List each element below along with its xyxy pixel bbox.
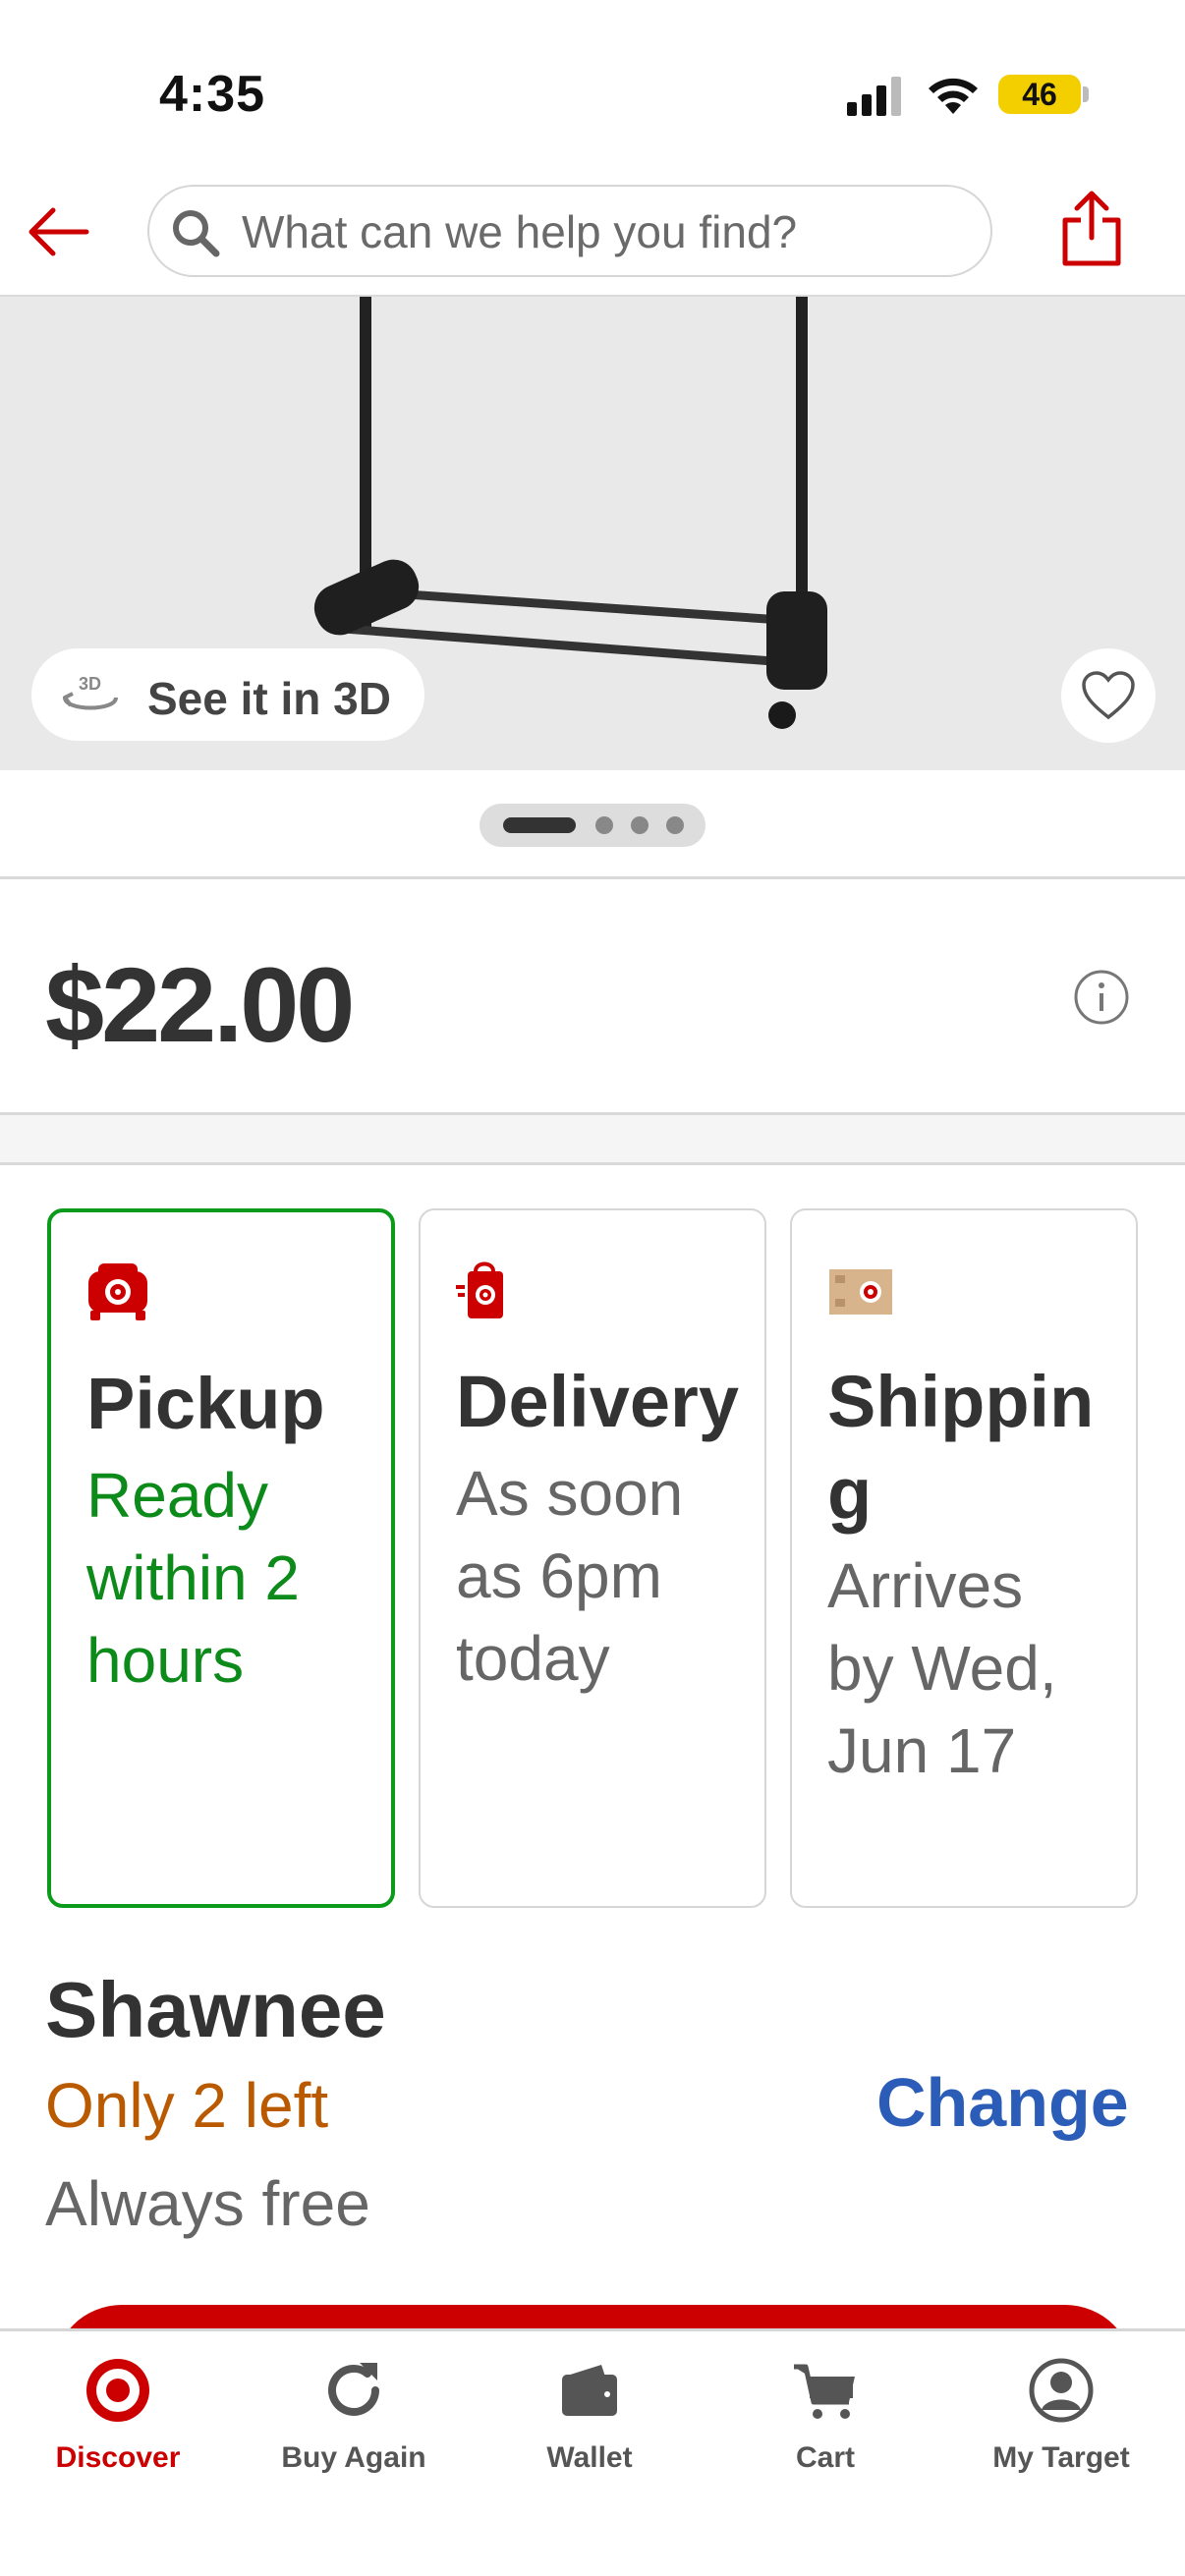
section-separator [0, 1112, 1185, 1165]
wallet-icon [562, 2365, 617, 2416]
see-in-3d-label: See it in 3D [147, 673, 391, 724]
fulfillment-option-delivery[interactable]: Delivery As soon as 6pm today [419, 1208, 766, 1908]
nav-discover[interactable]: Discover [0, 2331, 236, 2576]
nav-cart[interactable]: Cart [707, 2331, 943, 2576]
nav-label: Buy Again [281, 2441, 426, 2474]
back-arrow-icon[interactable] [24, 196, 94, 267]
fulfillment-option-shipping[interactable]: Shipping Arrives by Wed, Jun 17 [790, 1208, 1138, 1908]
battery-indicator: 46 [998, 75, 1081, 114]
target-logo-icon [86, 2359, 149, 2422]
favorite-button[interactable] [1061, 648, 1156, 743]
search-icon [173, 210, 220, 257]
product-price: $22.00 [45, 945, 355, 1064]
cellular-signal-icon [847, 77, 901, 116]
nav-label: Discover [55, 2441, 181, 2474]
fulfillment-subtitle: Ready within 2 hours [86, 1460, 300, 1696]
search-input[interactable] [242, 202, 969, 261]
3d-view-icon: 3D [63, 674, 118, 710]
fulfillment-title: Pickup [86, 1363, 325, 1444]
carousel-dot-active [503, 817, 576, 833]
car-icon [88, 1263, 147, 1320]
svg-text:3D: 3D [79, 674, 101, 694]
divider [0, 876, 1185, 879]
shopping-bag-icon [456, 1261, 503, 1318]
nav-label: My Target [992, 2441, 1130, 2474]
carousel-dot [595, 816, 613, 834]
search-bar[interactable] [147, 185, 992, 277]
heart-icon [1082, 671, 1135, 720]
fulfillment-option-pickup[interactable]: Pickup Ready within 2 hours [47, 1208, 395, 1908]
cart-icon [794, 2364, 855, 2419]
change-store-link[interactable]: Change [876, 2063, 1129, 2142]
nav-wallet[interactable]: Wallet [472, 2331, 707, 2576]
pickup-cost: Always free [45, 2168, 370, 2239]
status-bar: 4:35 46 [0, 0, 1185, 177]
see-in-3d-button[interactable]: 3D See it in 3D [31, 648, 424, 741]
status-time: 4:35 [159, 66, 266, 123]
carousel-dot [666, 816, 684, 834]
image-carousel-indicator[interactable] [480, 804, 705, 847]
nav-buy-again[interactable]: Buy Again [236, 2331, 472, 2576]
nav-my-target[interactable]: My Target [943, 2331, 1179, 2576]
box-icon [829, 1269, 892, 1315]
wifi-icon [929, 78, 978, 114]
fulfillment-subtitle: Arrives by Wed, Jun 17 [827, 1550, 1057, 1786]
nav-label: Cart [795, 2441, 855, 2474]
fulfillment-title: Shipping [827, 1361, 1095, 1535]
store-name: Shawnee [45, 1966, 386, 2053]
nav-label: Wallet [546, 2441, 633, 2474]
stock-status: Only 2 left [45, 2070, 329, 2141]
user-icon [1029, 2358, 1094, 2423]
battery-tip [1083, 86, 1089, 102]
share-icon[interactable] [1057, 187, 1126, 269]
refresh-icon [328, 2363, 379, 2416]
fulfillment-subtitle: As soon as 6pm today [456, 1458, 684, 1694]
info-icon[interactable] [1073, 969, 1130, 1026]
carousel-dot [631, 816, 649, 834]
fulfillment-title: Delivery [456, 1361, 739, 1442]
bottom-navigation: Discover Buy Again Wallet Cart My Target [0, 2328, 1185, 2576]
